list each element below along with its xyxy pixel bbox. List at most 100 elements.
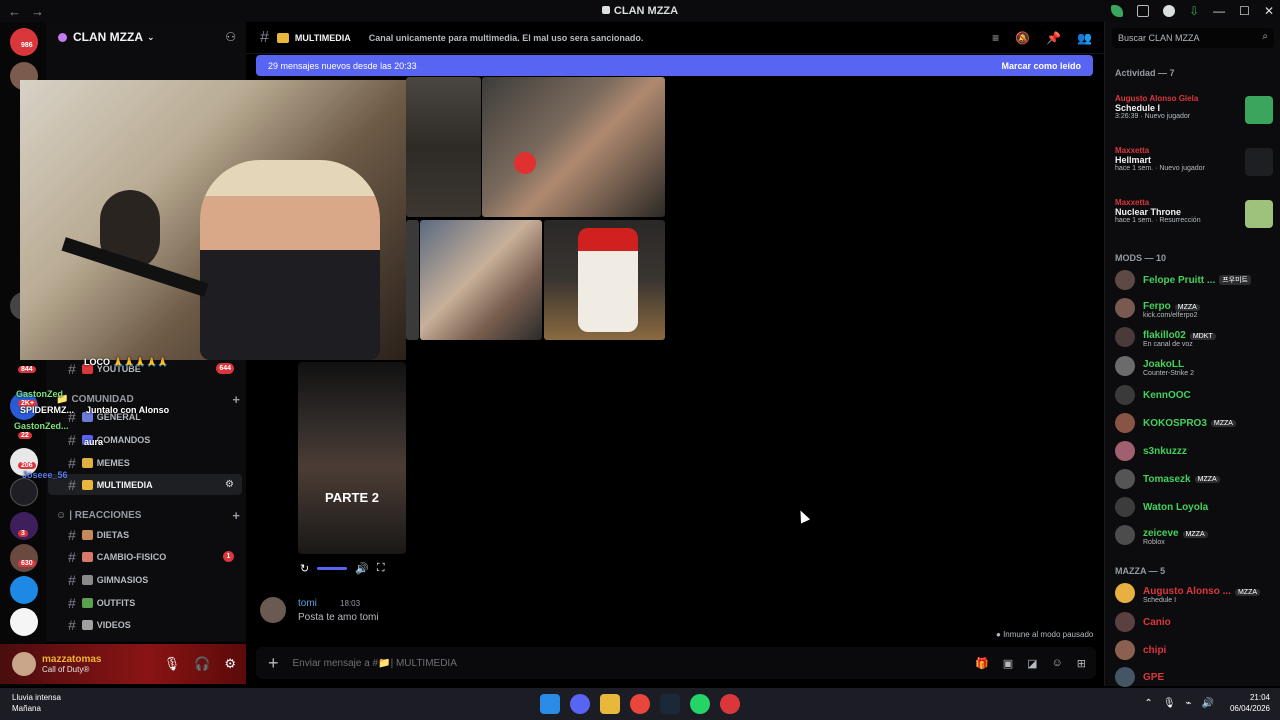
- download-icon[interactable]: ⇩: [1189, 4, 1199, 18]
- message-composer[interactable]: + Enviar mensaje a #📁| MULTIMEDIA 🎁 ▣ ◪ …: [256, 647, 1096, 679]
- screen-icon[interactable]: [1137, 5, 1150, 17]
- mark-as-read-button[interactable]: Marcar como leído: [1001, 61, 1081, 71]
- server-icon[interactable]: [10, 478, 38, 506]
- threads-icon[interactable]: ≡: [992, 31, 999, 45]
- channel-topic[interactable]: Canal unicamente para multimedia. El mal…: [369, 33, 644, 43]
- gym-photo[interactable]: [406, 220, 419, 340]
- new-messages-banner[interactable]: 29 mensajes nuevos desde las 20:33 Marca…: [256, 55, 1093, 76]
- user-info[interactable]: mazzatomas Call of Duty®: [42, 654, 101, 674]
- attach-plus-icon[interactable]: +: [268, 653, 279, 674]
- volume-icon[interactable]: 🔊: [1202, 698, 1214, 709]
- member-row[interactable]: Canio: [1115, 609, 1279, 635]
- microphone-icon[interactable]: 🎙: [1163, 698, 1176, 709]
- gym-photo[interactable]: [406, 77, 481, 217]
- chevron-up-icon[interactable]: ⌃: [1144, 698, 1152, 709]
- activity-header[interactable]: Actividad — 7: [1115, 68, 1175, 78]
- gif-icon[interactable]: ▣: [1003, 657, 1013, 670]
- message-input[interactable]: Enviar mensaje a #📁| MULTIMEDIA: [293, 658, 457, 669]
- minimize-icon[interactable]: —: [1213, 4, 1225, 18]
- overlay-chat-line: GastonZed...: [14, 421, 69, 431]
- back-arrow-icon[interactable]: ←: [8, 4, 21, 19]
- channel-videos[interactable]: # VIDEOS: [48, 614, 242, 635]
- member-row[interactable]: flakillo02 MDKT En canal de voz: [1115, 324, 1279, 350]
- member-row[interactable]: Augusto Alonso ... MZZA Schedule I: [1115, 580, 1279, 606]
- add-channel-icon[interactable]: +: [232, 508, 240, 523]
- add-member-icon[interactable]: ⚇: [225, 30, 236, 44]
- member-list-icon[interactable]: 👥: [1077, 31, 1092, 45]
- channel-outfits[interactable]: # OUTFITS: [48, 592, 242, 613]
- member-row[interactable]: s3nkuzzz: [1115, 438, 1279, 464]
- headphones-icon[interactable]: 🎧: [194, 656, 210, 672]
- channel-dietas[interactable]: # DIETAS: [48, 524, 242, 545]
- selfie-photo[interactable]: [420, 220, 542, 340]
- chrome-icon[interactable]: [630, 694, 650, 714]
- app-icon[interactable]: [720, 694, 740, 714]
- close-icon[interactable]: ✕: [1264, 4, 1274, 18]
- clock[interactable]: 21:04 06/04/2026: [1230, 692, 1270, 714]
- folder-icon: [276, 32, 289, 43]
- nitro-leaf-icon[interactable]: [1111, 5, 1124, 17]
- video-player[interactable]: PARTE 2: [298, 362, 406, 554]
- apps-icon[interactable]: ⊞: [1077, 657, 1086, 670]
- volume-icon[interactable]: 🔊: [355, 562, 369, 575]
- whatsapp-icon[interactable]: [690, 694, 710, 714]
- search-input[interactable]: Buscar CLAN MZZA ⌕: [1112, 28, 1274, 48]
- progress-bar[interactable]: [317, 566, 348, 570]
- settings-gear-icon[interactable]: ⚙: [224, 656, 236, 672]
- badge: 986: [18, 42, 36, 49]
- member-row[interactable]: zeiceve MZZA Roblox: [1115, 522, 1279, 548]
- member-row[interactable]: Felope Pruitt ... 프우미트: [1115, 267, 1279, 293]
- member-row[interactable]: Tomasezk MZZA: [1115, 466, 1279, 492]
- gift-icon[interactable]: 🎁: [975, 657, 989, 670]
- microphone-icon[interactable]: 🎙: [164, 656, 181, 672]
- emoji-icon[interactable]: ☺: [1052, 657, 1063, 670]
- member-row[interactable]: JoakoLL Counter-Strike 2: [1115, 353, 1279, 379]
- start-icon[interactable]: [540, 694, 560, 714]
- mute-bell-icon[interactable]: 🔕: [1015, 31, 1030, 45]
- forward-arrow-icon[interactable]: →: [31, 4, 44, 19]
- avatar: [1115, 583, 1135, 603]
- channel-multimedia[interactable]: # MULTIMEDIA ⚙: [48, 474, 242, 495]
- channel-memes[interactable]: # MEMES: [48, 452, 242, 473]
- supplement-photo[interactable]: [544, 220, 665, 340]
- member-row[interactable]: GPE: [1115, 664, 1279, 690]
- add-channel-icon[interactable]: +: [232, 392, 240, 407]
- gym-photo[interactable]: [482, 77, 665, 217]
- activity-card[interactable]: Augusto Alonso Glela Schedule I 3:26:39 …: [1115, 94, 1275, 124]
- channel-emoji-icon: [81, 574, 93, 585]
- fullscreen-icon[interactable]: ⛶: [377, 562, 385, 575]
- channel-cambio-fisico[interactable]: # CAMBIO-FISICO 1: [48, 546, 242, 567]
- avatar[interactable]: [12, 652, 36, 676]
- member-row[interactable]: KennOOC: [1115, 382, 1279, 408]
- nav-buttons: ← →: [8, 4, 48, 19]
- pin-icon[interactable]: 📌: [1046, 31, 1061, 45]
- member-row[interactable]: chipi: [1115, 637, 1279, 663]
- discord-icon[interactable]: [570, 694, 590, 714]
- server-icon[interactable]: [10, 576, 38, 604]
- server-icon[interactable]: [10, 544, 38, 572]
- hash-icon: #: [68, 431, 76, 448]
- activity-card[interactable]: Maxxetta Nuclear Throne hace 1 sem. · Re…: [1115, 198, 1275, 228]
- replay-icon[interactable]: ↻: [300, 562, 309, 575]
- avatar: [1115, 270, 1135, 290]
- message-author[interactable]: tomi: [298, 598, 317, 609]
- channel-gimnasios[interactable]: # GIMNASIOS: [48, 569, 242, 590]
- file-explorer-icon[interactable]: [600, 694, 620, 714]
- hash-icon: #: [68, 571, 76, 588]
- activity-card[interactable]: Maxxetta Hellmart hace 1 sem. · Nuevo ju…: [1115, 146, 1275, 176]
- server-icon[interactable]: [10, 608, 38, 636]
- settings-gear-icon[interactable]: ⚙: [225, 479, 234, 490]
- category-reacciones[interactable]: ☺ | REACCIONES +: [56, 508, 240, 523]
- help-icon[interactable]: [1163, 5, 1176, 17]
- member-row[interactable]: Waton Loyola: [1115, 494, 1279, 520]
- member-row[interactable]: Ferpo MZZA kick.com/elferpo2: [1115, 295, 1279, 321]
- maximize-icon[interactable]: ☐: [1239, 4, 1250, 18]
- channel-comandos[interactable]: # COMANDOS: [48, 429, 242, 450]
- member-row[interactable]: KOKOSPRO3 MZZA: [1115, 410, 1279, 436]
- avatar[interactable]: [260, 597, 286, 623]
- sticker-icon[interactable]: ◪: [1027, 657, 1037, 670]
- weather-widget[interactable]: Lluvia intensa Mañana: [12, 692, 61, 714]
- steam-icon[interactable]: [660, 694, 680, 714]
- network-icon[interactable]: ⌁: [1186, 698, 1192, 709]
- guild-header[interactable]: CLAN MZZA ⌄ ⚇: [46, 22, 246, 52]
